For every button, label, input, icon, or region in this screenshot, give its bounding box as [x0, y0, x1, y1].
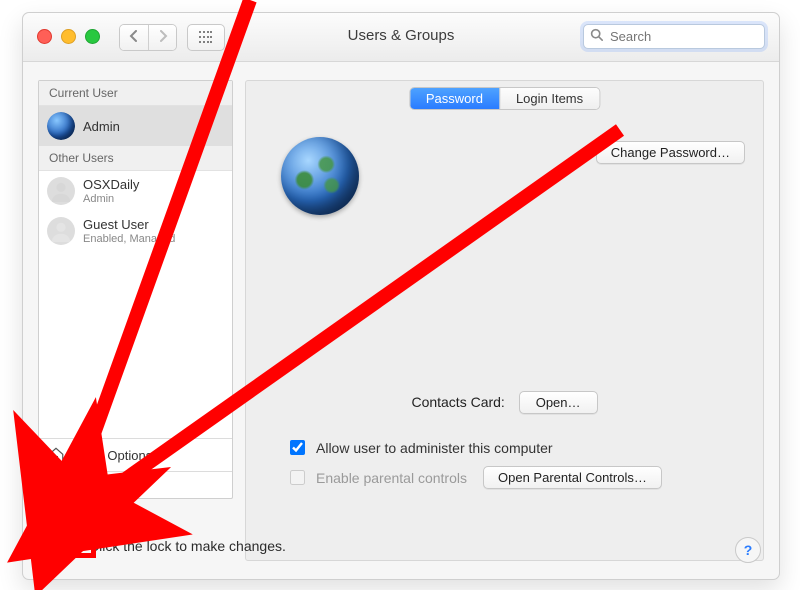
user-role-label: Enabled, Managed: [83, 233, 175, 245]
sidebar-header-current: Current User: [39, 81, 232, 106]
parental-checkbox-label: Enable parental controls: [316, 470, 467, 486]
help-button[interactable]: ?: [735, 537, 761, 563]
user-name-label: Guest User: [83, 217, 149, 232]
search-input[interactable]: [608, 28, 788, 45]
sidebar-tools: [39, 471, 232, 498]
contacts-row: Contacts Card: Open…: [246, 391, 763, 414]
users-sidebar: Current User Admin Other Users OSXDaily …: [38, 80, 233, 499]
change-password-button[interactable]: Change Password…: [596, 141, 745, 164]
lock-row[interactable]: Click the lock to make changes.: [53, 531, 286, 561]
titlebar: Users & Groups: [23, 13, 779, 62]
parental-checkbox-row: Enable parental controls Open Parental C…: [286, 466, 745, 489]
add-user-button[interactable]: [39, 472, 71, 498]
prefs-window: Users & Groups Current User Admin Other …: [22, 12, 780, 580]
avatar: [47, 177, 75, 205]
window-footer: Click the lock to make changes. ?: [23, 515, 779, 579]
sidebar-item-other-user[interactable]: Guest User Enabled, Managed: [39, 211, 232, 251]
user-detail-pane: Password Login Items Change Password… Co…: [245, 80, 764, 561]
open-parental-controls-button[interactable]: Open Parental Controls…: [483, 466, 662, 489]
avatar: [47, 112, 75, 140]
search-icon: [590, 28, 603, 46]
minus-icon: [81, 479, 93, 491]
sidebar-header-other: Other Users: [39, 146, 232, 171]
login-options-button[interactable]: Login Options: [39, 438, 232, 471]
search-field[interactable]: [583, 24, 765, 49]
tab-password[interactable]: Password: [410, 88, 499, 109]
avatar: [47, 217, 75, 245]
user-name-label: Admin: [83, 119, 120, 134]
lock-icon: [53, 531, 79, 561]
content: Current User Admin Other Users OSXDaily …: [23, 62, 779, 579]
earth-icon: [47, 112, 75, 140]
house-icon: [47, 446, 65, 464]
remove-user-button[interactable]: [71, 472, 103, 498]
checks: Allow user to administer this computer E…: [286, 429, 745, 497]
admin-checkbox[interactable]: [290, 440, 305, 455]
login-options-label: Login Options: [72, 448, 152, 463]
user-role-label: Admin: [83, 193, 139, 205]
user-picture[interactable]: [281, 137, 359, 215]
admin-checkbox-row[interactable]: Allow user to administer this computer: [286, 437, 745, 458]
contacts-card-label: Contacts Card:: [411, 394, 504, 410]
tab-login-items[interactable]: Login Items: [499, 88, 599, 109]
open-contacts-button[interactable]: Open…: [519, 391, 598, 414]
sidebar-item-other-user[interactable]: OSXDaily Admin: [39, 171, 232, 211]
user-silhouette-icon: [50, 180, 72, 202]
user-actions-button[interactable]: [103, 472, 135, 498]
user-name-label: OSXDaily: [83, 177, 139, 192]
admin-checkbox-label: Allow user to administer this computer: [316, 440, 553, 456]
plus-icon: [49, 479, 61, 491]
detail-tabs: Password Login Items: [409, 87, 600, 110]
user-silhouette-icon: [50, 220, 72, 242]
lock-text: Click the lock to make changes.: [89, 538, 286, 554]
sidebar-item-current-user[interactable]: Admin: [39, 106, 232, 146]
parental-checkbox: [290, 470, 305, 485]
gear-icon: [112, 478, 126, 492]
